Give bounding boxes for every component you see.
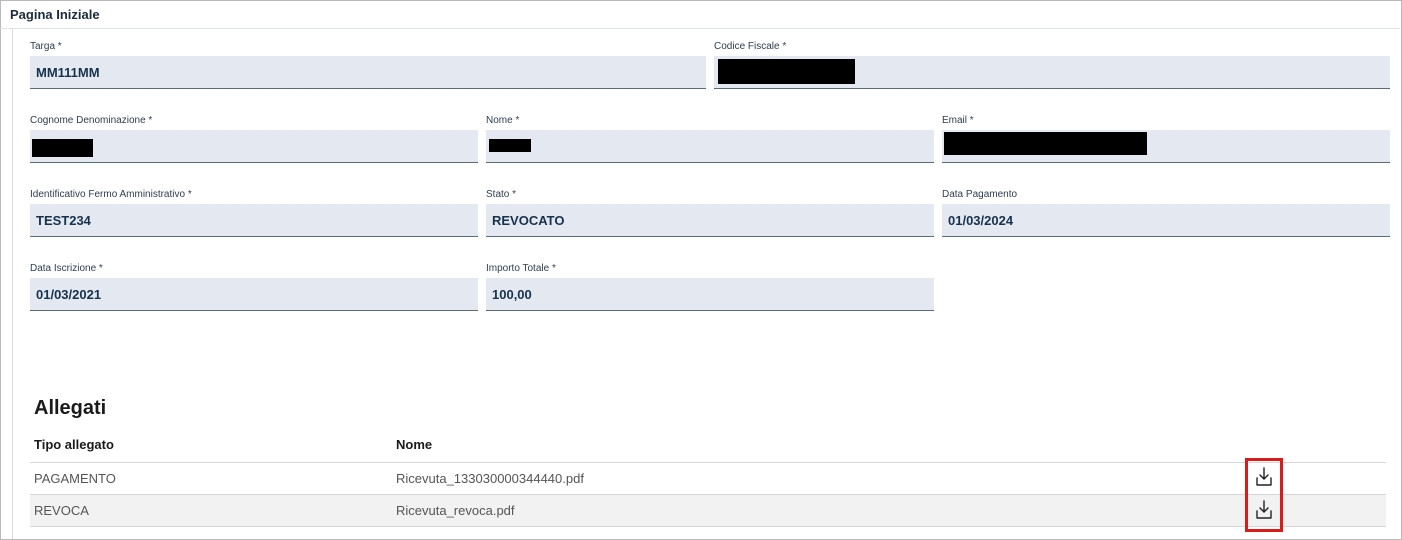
data-pagamento-field[interactable]: Data Pagamento 01/03/2024 <box>942 189 1390 237</box>
stato-label: Stato * <box>486 189 517 200</box>
redaction-block <box>32 139 93 157</box>
targa-label: Targa * <box>30 41 62 52</box>
nome-cell: Ricevuta_133030000344440.pdf <box>396 471 584 486</box>
codice-fiscale-field[interactable]: Codice Fiscale * <box>714 41 1390 89</box>
nome-field[interactable]: Nome * <box>486 115 934 163</box>
nome-cell: Ricevuta_revoca.pdf <box>396 503 515 518</box>
title-divider <box>0 28 1400 29</box>
redaction-block <box>489 139 531 152</box>
page-title: Pagina Iniziale <box>10 7 100 22</box>
email-field[interactable]: Email * <box>942 115 1390 163</box>
targa-input[interactable]: MM111MM <box>30 56 706 89</box>
cognome-label: Cognome Denominazione * <box>30 115 153 126</box>
importo-totale-input[interactable]: 100,00 <box>486 278 934 311</box>
identificativo-label: Identificativo Fermo Amministrativo * <box>30 189 192 200</box>
email-input[interactable] <box>942 130 1390 163</box>
email-label: Email * <box>942 115 974 126</box>
content-left-border <box>12 29 13 539</box>
allegati-title: Allegati <box>34 397 107 419</box>
redaction-block <box>944 132 1147 155</box>
data-iscrizione-value: 01/03/2021 <box>36 287 102 302</box>
importo-totale-value: 100,00 <box>492 287 532 302</box>
data-pagamento-label: Data Pagamento <box>942 189 1018 200</box>
redaction-block <box>718 59 855 84</box>
table-row: PAGAMENTO Ricevuta_133030000344440.pdf <box>30 462 1386 494</box>
stato-input[interactable]: REVOCATO <box>486 204 934 237</box>
data-pagamento-input[interactable]: 01/03/2024 <box>942 204 1390 237</box>
cognome-field[interactable]: Cognome Denominazione * <box>30 115 478 163</box>
identificativo-input[interactable]: TEST234 <box>30 204 478 237</box>
nome-label: Nome * <box>486 115 520 126</box>
codice-fiscale-label: Codice Fiscale * <box>714 41 787 52</box>
table-bottom-rule <box>30 526 1386 527</box>
codice-fiscale-input[interactable] <box>714 56 1390 89</box>
importo-totale-field[interactable]: Importo Totale * 100,00 <box>486 263 934 311</box>
table-row: REVOCA Ricevuta_revoca.pdf <box>30 494 1386 526</box>
column-header-nome: Nome <box>396 437 433 452</box>
targa-value: MM111MM <box>36 65 100 80</box>
stato-value: REVOCATO <box>492 213 565 228</box>
cognome-input[interactable] <box>30 130 478 163</box>
tipo-cell: REVOCA <box>34 503 89 518</box>
data-iscrizione-input[interactable]: 01/03/2021 <box>30 278 478 311</box>
nome-input[interactable] <box>486 130 934 163</box>
importo-totale-label: Importo Totale * <box>486 263 556 274</box>
identificativo-value: TEST234 <box>36 213 91 228</box>
highlight-box <box>1245 458 1283 532</box>
tipo-cell: PAGAMENTO <box>34 471 116 486</box>
identificativo-field[interactable]: Identificativo Fermo Amministrativo * TE… <box>30 189 478 237</box>
column-header-tipo: Tipo allegato <box>34 437 114 452</box>
targa-field[interactable]: Targa * MM111MM <box>30 41 706 89</box>
data-iscrizione-label: Data Iscrizione * <box>30 263 103 274</box>
data-iscrizione-field[interactable]: Data Iscrizione * 01/03/2021 <box>30 263 478 311</box>
stato-field[interactable]: Stato * REVOCATO <box>486 189 934 237</box>
data-pagamento-value: 01/03/2024 <box>948 213 1014 228</box>
